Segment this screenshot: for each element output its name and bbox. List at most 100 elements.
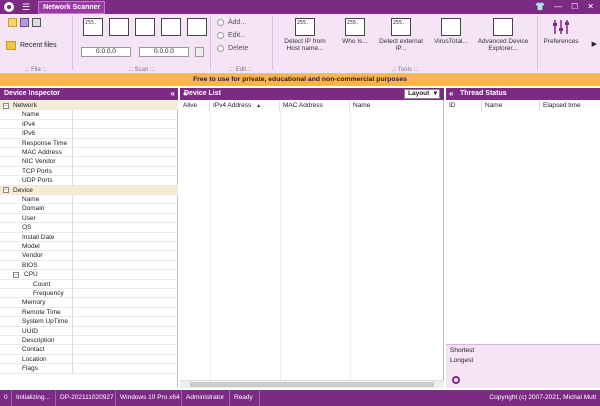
inspector-row[interactable]: Count (0, 279, 178, 289)
gear-icon[interactable] (452, 376, 460, 384)
value-divider (72, 195, 73, 205)
inspector-row[interactable]: Remote Time (0, 307, 178, 318)
inspector-row-label: Model (22, 243, 40, 250)
ip-from-input[interactable]: 0.0.0.0 (81, 47, 131, 57)
recent-files-button[interactable]: Recent files (6, 41, 57, 50)
report-icon[interactable] (187, 18, 207, 36)
column-divider (350, 111, 351, 388)
ip-picker-button[interactable] (195, 47, 204, 57)
inspector-row-label: Response Time (22, 139, 68, 147)
collapse-toggle-icon[interactable]: − (3, 102, 9, 109)
shirt-icon[interactable]: 👕 (535, 2, 545, 11)
thread-status-header: « Thread Status (446, 88, 600, 100)
add-button[interactable]: Add... (217, 19, 246, 26)
ip-range-icon[interactable]: 255. (83, 18, 103, 36)
collapse-left-icon[interactable]: « (449, 88, 453, 100)
value-divider (72, 251, 73, 261)
detect-ip-button[interactable]: 255. Detect IP from Host name... (277, 18, 333, 52)
inspector-row[interactable]: Name (0, 110, 178, 120)
inspector-row[interactable]: Domain (0, 204, 178, 214)
inspector-row[interactable]: Memory (0, 298, 178, 308)
column-divider (210, 111, 211, 388)
whois-icon: 255. (345, 18, 365, 36)
inspector-row[interactable]: UUID (0, 326, 178, 336)
inspector-row[interactable]: Model (0, 242, 178, 252)
inspector-row[interactable]: Install Date (0, 232, 178, 242)
inspector-row-label: IPv4 (22, 120, 36, 128)
ribbon-scroll-right-icon[interactable]: ▶ (592, 40, 597, 48)
inspector-row[interactable]: Name (0, 195, 178, 205)
inspector-row-label: UDP Ports (22, 177, 53, 185)
column-alive[interactable]: Alive (180, 101, 210, 111)
inspector-row[interactable]: OS (0, 223, 178, 233)
delete-label: Delete (228, 45, 249, 52)
inspector-row-label: Remote Time (22, 308, 61, 316)
preferences-button[interactable]: Preferences (538, 18, 584, 45)
inspector-row[interactable]: TCP Ports (0, 166, 178, 177)
edit-group-label: .:: Edit ::. (229, 67, 253, 73)
horizontal-scrollbar[interactable] (180, 380, 444, 388)
column-name[interactable]: Name (350, 101, 444, 111)
ip-to-input[interactable]: 0.0.0.0 (139, 47, 189, 57)
detect-external-ip-button[interactable]: 255. Detect external IP... (373, 18, 429, 52)
inspector-group-row[interactable]: − Network (0, 101, 178, 111)
inspector-row[interactable]: Location (0, 354, 178, 365)
edit-group: Add... Edit... Delete .:: Edit ::. (211, 14, 271, 74)
inspector-row[interactable]: IPv6 (0, 129, 178, 139)
inspector-row[interactable]: IPv4 (0, 119, 178, 130)
inspector-row[interactable]: BIOS (0, 260, 178, 271)
open-icon[interactable] (8, 18, 17, 27)
inspector-row[interactable]: UDP Ports (0, 176, 178, 186)
inspector-row[interactable]: − CPU (0, 270, 178, 280)
inspector-row[interactable]: User (0, 213, 178, 224)
inspector-row[interactable]: Response Time (0, 138, 178, 148)
inspector-row[interactable]: MAC Address (0, 148, 178, 158)
minimize-icon[interactable]: — (554, 2, 562, 11)
scrollbar-thumb[interactable] (190, 382, 434, 387)
inspector-row[interactable]: Flags (0, 364, 178, 374)
collapse-toggle-icon[interactable]: − (13, 271, 19, 278)
stop-icon[interactable] (161, 18, 181, 36)
inspector-row[interactable]: NIC Vendor (0, 157, 178, 167)
delete-button[interactable]: Delete (217, 45, 248, 52)
save-icon[interactable] (20, 18, 29, 27)
close-icon[interactable]: ✕ (587, 2, 594, 11)
inspector-row-label: Location (22, 355, 47, 363)
status-role: Administrator (182, 390, 230, 406)
inspector-row-label: Frequency (33, 290, 64, 297)
edit-button[interactable]: Edit... (217, 32, 246, 39)
inspector-row[interactable]: Description (0, 336, 178, 346)
collapse-left-icon[interactable]: « (171, 88, 175, 100)
inspector-row[interactable]: System UpTime (0, 317, 178, 327)
collapse-left-icon[interactable]: « (183, 88, 187, 100)
shortest-label: Shortest (450, 347, 475, 354)
hamburger-icon[interactable]: ☰ (22, 2, 30, 12)
advanced-device-explorer-button[interactable]: Advanced Device Explorer... (475, 18, 531, 52)
layout-label: Layout (408, 90, 430, 97)
detect-ip-label: Detect IP from Host name... (284, 38, 326, 52)
column-ipv4-address[interactable]: IPv4 Address ▲ (210, 101, 280, 111)
inspector-group-row[interactable]: − Device (0, 185, 178, 195)
column-mac-address[interactable]: MAC Address (280, 101, 350, 111)
inspector-row[interactable]: Frequency (0, 289, 178, 299)
maximize-icon[interactable]: ☐ (571, 2, 578, 11)
status-state: Initializing... (12, 390, 56, 406)
column-id[interactable]: ID (446, 101, 482, 111)
network-icon[interactable] (109, 18, 129, 36)
layout-dropdown[interactable]: Layout ▾ (404, 89, 440, 99)
print-icon[interactable] (32, 18, 41, 27)
inspector-row[interactable]: Vendor (0, 251, 178, 261)
value-divider (72, 232, 73, 242)
inspector-row[interactable]: Contact (0, 345, 178, 355)
virustotal-button[interactable]: VirusTotal... (423, 18, 479, 45)
status-copyright: Copyright (c) 2007-2021, Michal Mutl (489, 394, 596, 401)
file-group: Recent files .:: File ::. (0, 14, 72, 74)
recent-files-label: Recent files (20, 42, 57, 49)
inspector-row-label: User (22, 214, 36, 222)
scan-network-icon[interactable] (135, 18, 155, 36)
column-elapsed-time[interactable]: Elapsed time (540, 101, 600, 111)
column-thread-name[interactable]: Name (482, 101, 540, 111)
inspector-row-label: UUID (22, 327, 38, 335)
collapse-toggle-icon[interactable]: − (3, 187, 9, 194)
tools-group-label: .:: Tools ::. (391, 67, 419, 73)
